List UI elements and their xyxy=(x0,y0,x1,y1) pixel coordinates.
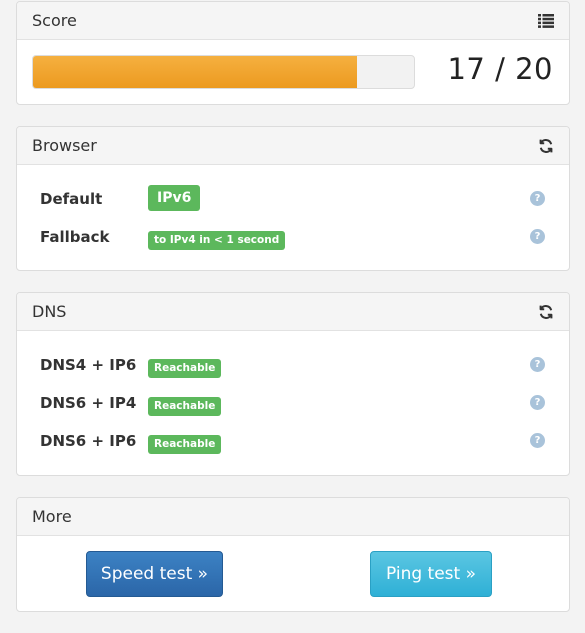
refresh-icon[interactable] xyxy=(537,137,555,155)
help-icon[interactable]: ? xyxy=(530,357,545,372)
help-icon[interactable]: ? xyxy=(530,229,545,244)
dns-panel-header: DNS xyxy=(17,293,569,331)
browser-row-fallback: Fallback to IPv4 in < 1 second ? xyxy=(17,223,569,261)
status-badge: Reachable xyxy=(148,435,222,454)
score-progress-bar xyxy=(32,55,415,89)
status-badge: Reachable xyxy=(148,359,222,378)
browser-title: Browser xyxy=(32,136,97,155)
browser-row-default: Default IPv6 ? xyxy=(17,185,569,223)
score-progress-fill xyxy=(33,56,357,88)
browser-panel: Browser Default IPv6 ? Fallback to IPv4 … xyxy=(16,126,570,271)
dns-panel: DNS DNS4 + IP6 Reachable ? DNS6 + IP4 Re… xyxy=(16,292,570,476)
help-icon[interactable]: ? xyxy=(530,191,545,206)
list-icon[interactable] xyxy=(537,12,555,30)
browser-panel-header: Browser xyxy=(17,127,569,165)
help-icon[interactable]: ? xyxy=(530,433,545,448)
row-label: Fallback xyxy=(40,228,110,246)
dns-title: DNS xyxy=(32,302,67,321)
dns-row-dns6-ip6: DNS6 + IP6 Reachable ? xyxy=(17,427,569,465)
status-badge: to IPv4 in < 1 second xyxy=(148,231,286,250)
speed-test-button[interactable]: Speed test » xyxy=(86,551,223,597)
more-panel-header: More xyxy=(17,498,569,536)
row-label: DNS4 + IP6 xyxy=(40,356,137,374)
ping-test-button[interactable]: Ping test » xyxy=(370,551,492,597)
row-label: DNS6 + IP4 xyxy=(40,394,137,412)
row-label: Default xyxy=(40,190,103,208)
score-panel: Score 17 / 20 xyxy=(16,1,570,105)
more-panel: More Speed test » Ping test » xyxy=(16,497,570,612)
status-badge: IPv6 xyxy=(148,185,201,211)
status-badge: Reachable xyxy=(148,397,222,416)
dns-row-dns6-ip4: DNS6 + IP4 Reachable ? xyxy=(17,389,569,427)
dns-row-dns4-ip6: DNS4 + IP6 Reachable ? xyxy=(17,351,569,389)
row-label: DNS6 + IP6 xyxy=(40,432,137,450)
refresh-icon[interactable] xyxy=(537,303,555,321)
help-icon[interactable]: ? xyxy=(530,395,545,410)
score-panel-header: Score xyxy=(17,2,569,40)
more-title: More xyxy=(32,507,72,526)
score-title: Score xyxy=(32,11,77,30)
score-value: 17 / 20 xyxy=(447,52,553,86)
